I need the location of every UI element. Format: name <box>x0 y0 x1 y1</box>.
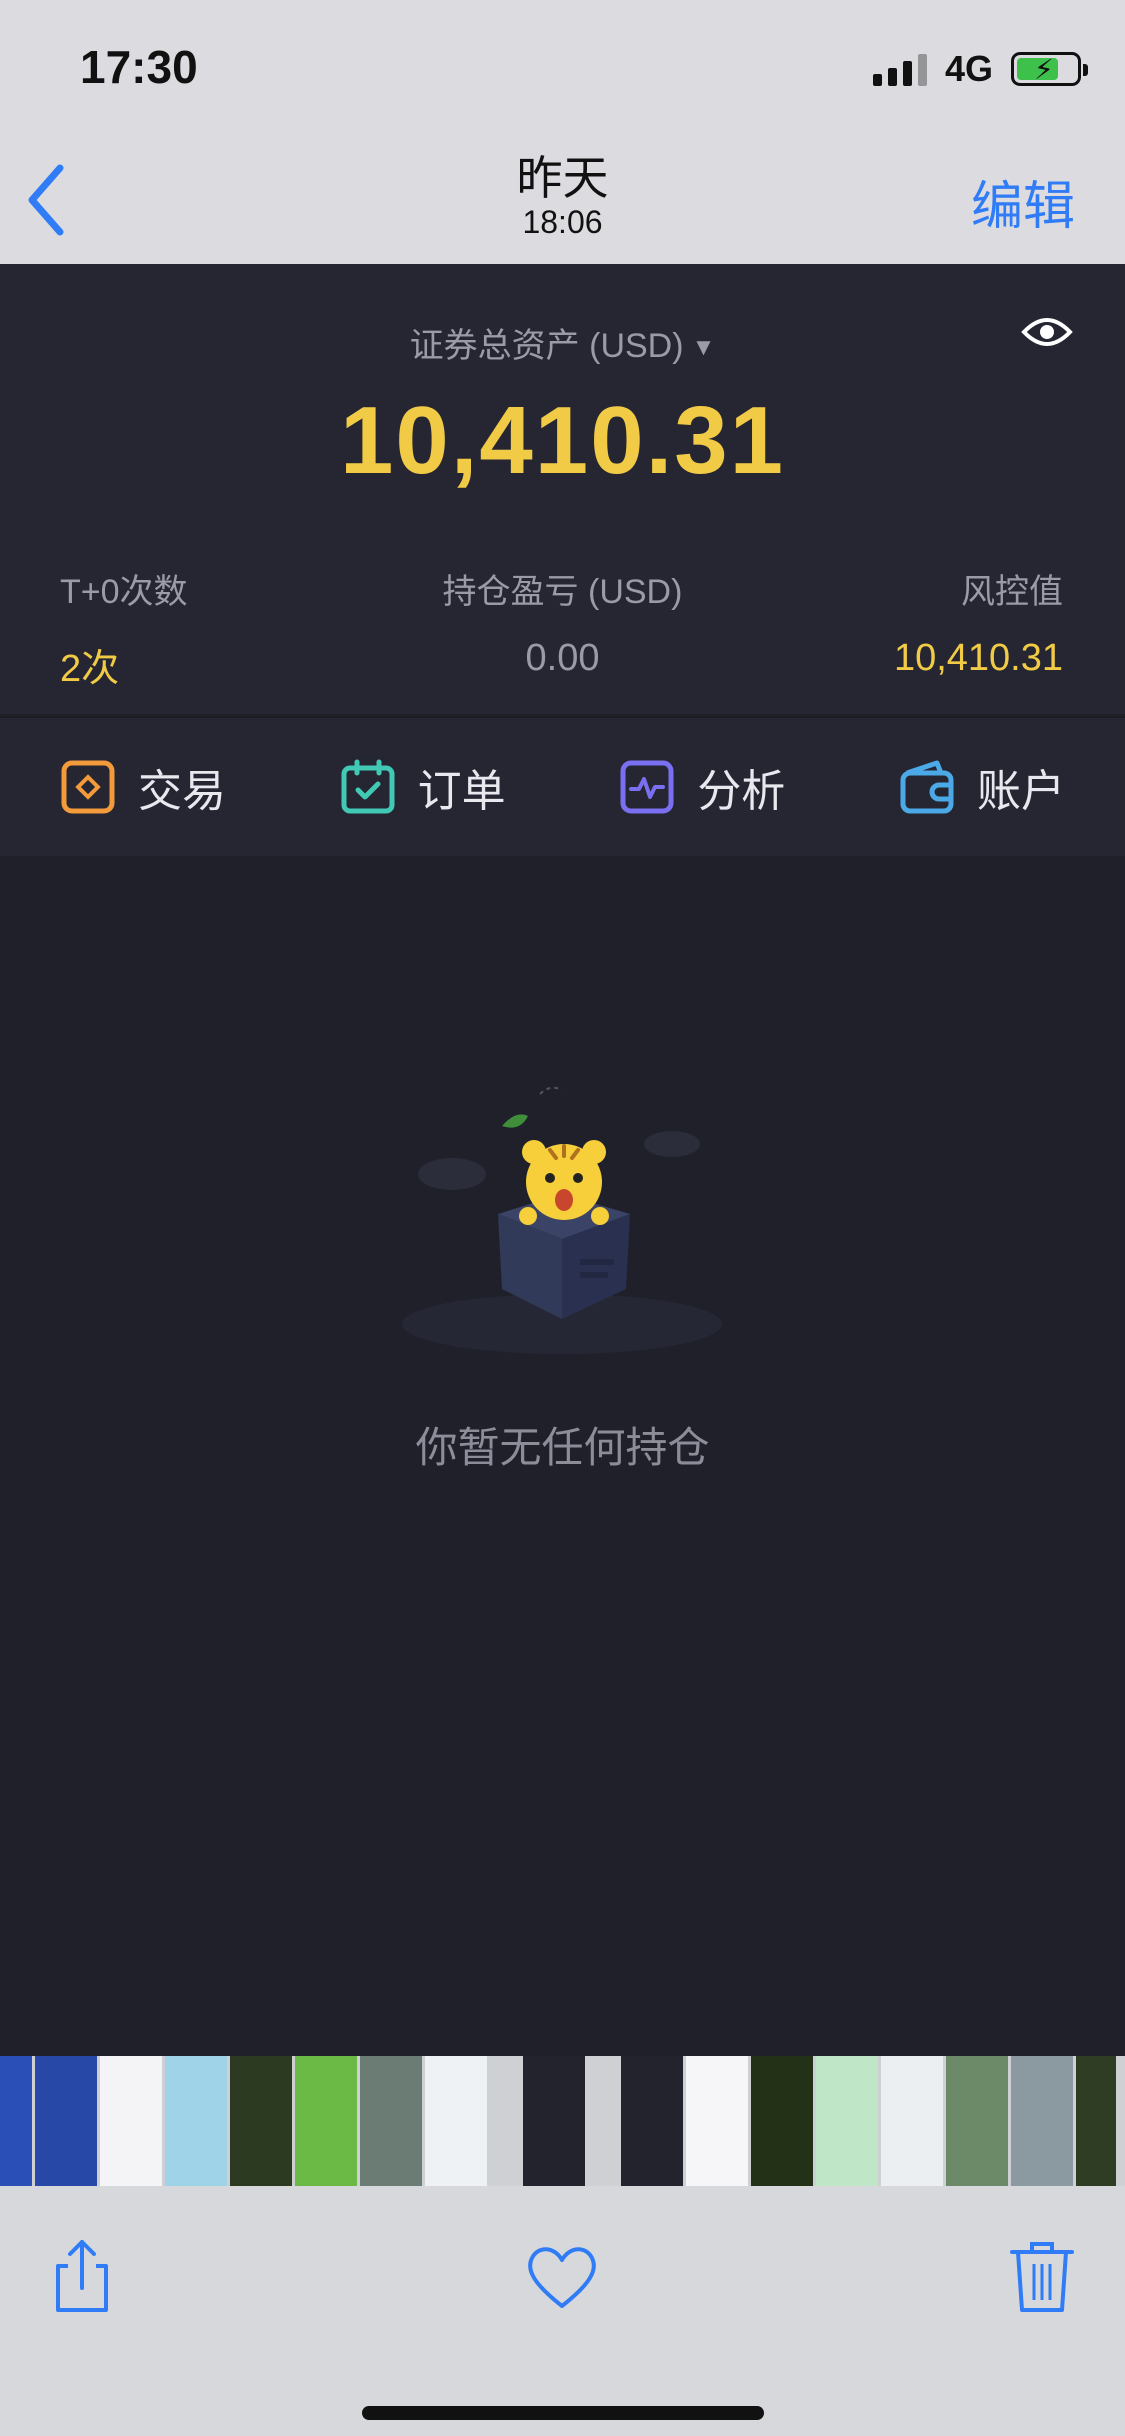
status-indicators: 4G ⚡ <box>872 44 1088 94</box>
thumbnail[interactable] <box>621 2056 683 2186</box>
dropdown-caret-icon[interactable]: ▼ <box>692 334 716 361</box>
thumbnail[interactable] <box>165 2056 227 2186</box>
thumbnail[interactable] <box>881 2056 943 2186</box>
thumbnail[interactable] <box>490 2056 520 2186</box>
thumbnail[interactable] <box>360 2056 422 2186</box>
edit-button[interactable]: 编辑 <box>971 164 1075 239</box>
photo-toolbar <box>0 2186 1125 2436</box>
tiger-in-box-icon <box>402 1086 722 1354</box>
asset-value: 10,410.31 <box>339 387 786 494</box>
thumbnail[interactable] <box>295 2056 357 2186</box>
trade-icon <box>61 760 115 814</box>
stat-value: 10,410.31 <box>893 637 1063 679</box>
thumbnail[interactable] <box>1011 2056 1073 2186</box>
network-type: 4G <box>944 48 993 89</box>
thumbnail[interactable] <box>816 2056 878 2186</box>
nav-title: 昨天 <box>516 152 609 204</box>
share-icon[interactable] <box>42 2236 122 2316</box>
tab-label: 订单 <box>417 767 506 816</box>
thumbnail[interactable] <box>588 2056 618 2186</box>
tab-trade[interactable]: 交易 <box>60 755 226 819</box>
asset-summary: 证券总资产 (USD) ▼ 10,410.31 T+0次数 2次 持仓盈亏 (US… <box>0 264 1125 714</box>
trash-icon[interactable] <box>1002 2236 1082 2316</box>
stat-risk: 风控值 10,410.31 <box>894 564 1063 680</box>
signal-icon <box>872 52 927 86</box>
tab-orders[interactable]: 订单 <box>340 755 506 819</box>
ios-photo-header: 17:30 4G ⚡ 昨天 18:06 编辑 <box>0 0 1125 264</box>
thumbnail[interactable] <box>100 2056 162 2186</box>
order-icon <box>341 759 395 814</box>
thumbnail[interactable] <box>946 2056 1008 2186</box>
tab-analysis[interactable]: 分析 <box>619 755 785 819</box>
thumbnail[interactable] <box>686 2056 748 2186</box>
function-tabs: 交易 订单 分析 账户 <box>0 716 1125 856</box>
analysis-icon <box>620 760 674 814</box>
thumbnail[interactable] <box>751 2056 813 2186</box>
app-screen: 证券总资产 (USD) ▼ 10,410.31 T+0次数 2次 持仓盈亏 (US… <box>0 264 1125 2056</box>
status-time: 17:30 <box>80 41 198 93</box>
nav-subtitle: 18:06 <box>522 204 603 240</box>
asset-label-row[interactable]: 证券总资产 (USD) ▼ <box>0 318 1125 367</box>
asset-label: 证券总资产 (USD) <box>409 327 684 365</box>
tab-label: 交易 <box>138 767 226 816</box>
photo-filmstrip[interactable] <box>0 2056 1125 2186</box>
thumbnail[interactable] <box>523 2056 585 2186</box>
tab-label: 分析 <box>697 767 786 816</box>
tab-label: 账户 <box>976 767 1065 816</box>
stat-label: 风控值 <box>961 573 1063 611</box>
battery-icon: ⚡ <box>1011 52 1088 86</box>
thumbnail[interactable] <box>425 2056 487 2186</box>
thumbnail[interactable] <box>230 2056 292 2186</box>
empty-state-text: 你暂无任何持仓 <box>415 1424 710 1471</box>
tab-account[interactable]: 账户 <box>899 755 1065 819</box>
wallet-icon <box>900 760 954 814</box>
thumbnail[interactable] <box>1076 2056 1116 2186</box>
eye-icon[interactable] <box>1021 312 1073 352</box>
home-indicator[interactable] <box>362 2406 764 2420</box>
thumbnail[interactable] <box>35 2056 97 2186</box>
empty-state: 你暂无任何持仓 <box>0 1084 1125 1644</box>
heart-icon[interactable] <box>522 2236 602 2316</box>
thumbnail[interactable] <box>0 2056 32 2186</box>
